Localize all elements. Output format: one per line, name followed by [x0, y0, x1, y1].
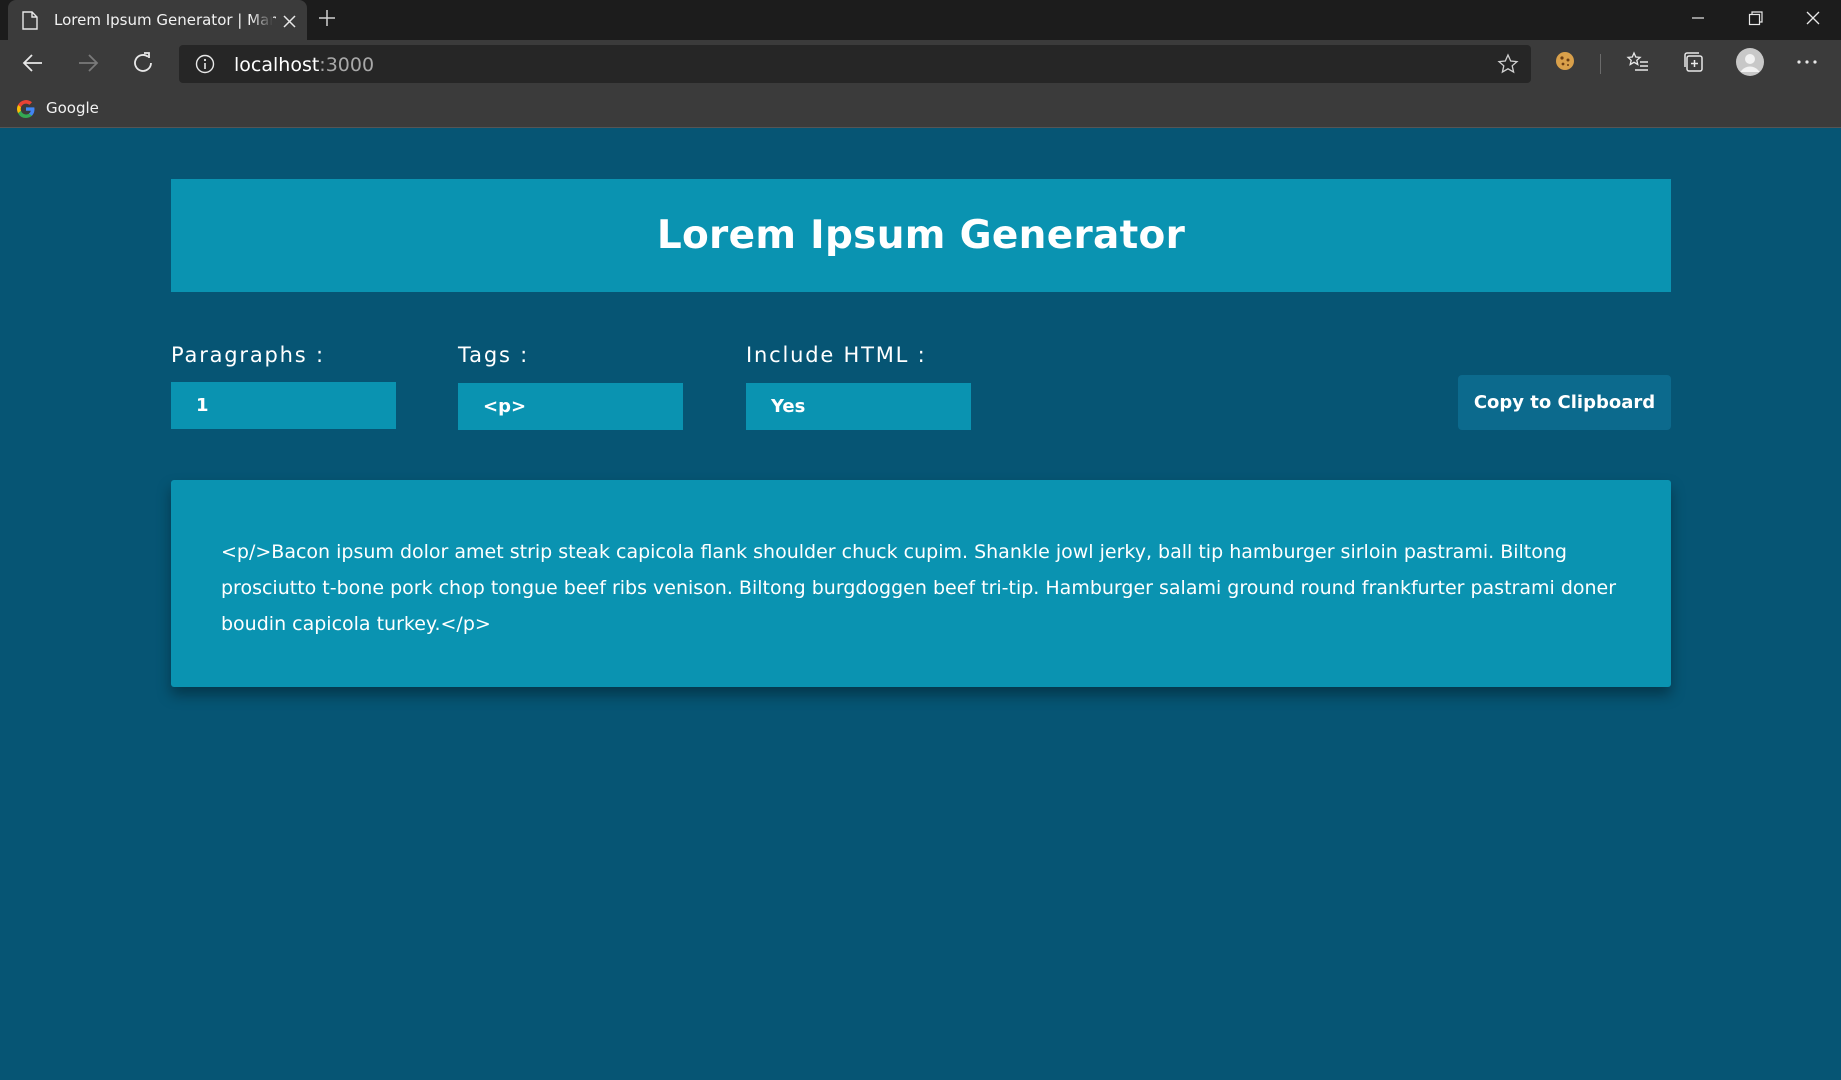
- output-card: <p/>Bacon ipsum dolor amet strip steak c…: [171, 480, 1671, 687]
- copy-to-clipboard-button[interactable]: Copy to Clipboard: [1458, 375, 1671, 430]
- close-window-icon[interactable]: [1805, 10, 1821, 32]
- url-text[interactable]: localhost:3000: [234, 54, 374, 76]
- new-tab-icon[interactable]: [318, 9, 336, 31]
- address-bar[interactable]: localhost:3000: [179, 45, 1531, 83]
- page-icon: [22, 11, 38, 34]
- tab-title: Lorem Ipsum Generator | Manish: [54, 11, 276, 29]
- header-banner: Lorem Ipsum Generator: [171, 179, 1671, 292]
- browser-titlebar: Lorem Ipsum Generator | Manish: [0, 0, 1841, 40]
- tags-label: Tags :: [458, 343, 530, 367]
- browser-toolbar: localhost:3000: [0, 40, 1841, 88]
- generated-text: <p/>Bacon ipsum dolor amet strip steak c…: [221, 541, 1617, 635]
- tab-title-fade: [251, 6, 273, 34]
- browser-tab[interactable]: Lorem Ipsum Generator | Manish: [8, 0, 307, 40]
- page-title: Lorem Ipsum Generator: [656, 213, 1186, 258]
- favorites-list-icon[interactable]: [1626, 50, 1650, 78]
- paragraphs-label: Paragraphs :: [171, 343, 325, 367]
- bookmarks-bar: Google: [0, 88, 1841, 128]
- site-info-icon[interactable]: [195, 54, 215, 78]
- url-port: :3000: [319, 54, 375, 76]
- cookie-extension-icon[interactable]: [1554, 50, 1576, 76]
- more-menu-icon[interactable]: [1795, 50, 1819, 78]
- profile-avatar-icon[interactable]: [1735, 47, 1765, 81]
- reload-icon[interactable]: [132, 51, 156, 79]
- page-content: Lorem Ipsum Generator Paragraphs : 1 Tag…: [0, 128, 1841, 1080]
- restore-icon[interactable]: [1748, 10, 1764, 32]
- forward-icon[interactable]: [77, 51, 99, 79]
- back-icon[interactable]: [22, 51, 44, 79]
- favorite-star-icon[interactable]: [1497, 53, 1519, 79]
- toolbar-divider: [1600, 54, 1601, 74]
- google-icon: [16, 99, 36, 123]
- paragraphs-input[interactable]: 1: [171, 382, 396, 429]
- tags-select[interactable]: <p>: [458, 383, 683, 430]
- include-html-select[interactable]: Yes: [746, 383, 971, 430]
- bookmark-label: Google: [46, 99, 99, 117]
- minimize-icon[interactable]: [1691, 10, 1705, 32]
- collections-icon[interactable]: [1682, 50, 1706, 78]
- close-tab-icon[interactable]: [283, 13, 296, 32]
- include-html-label: Include HTML :: [746, 343, 927, 367]
- url-host: localhost: [234, 54, 320, 76]
